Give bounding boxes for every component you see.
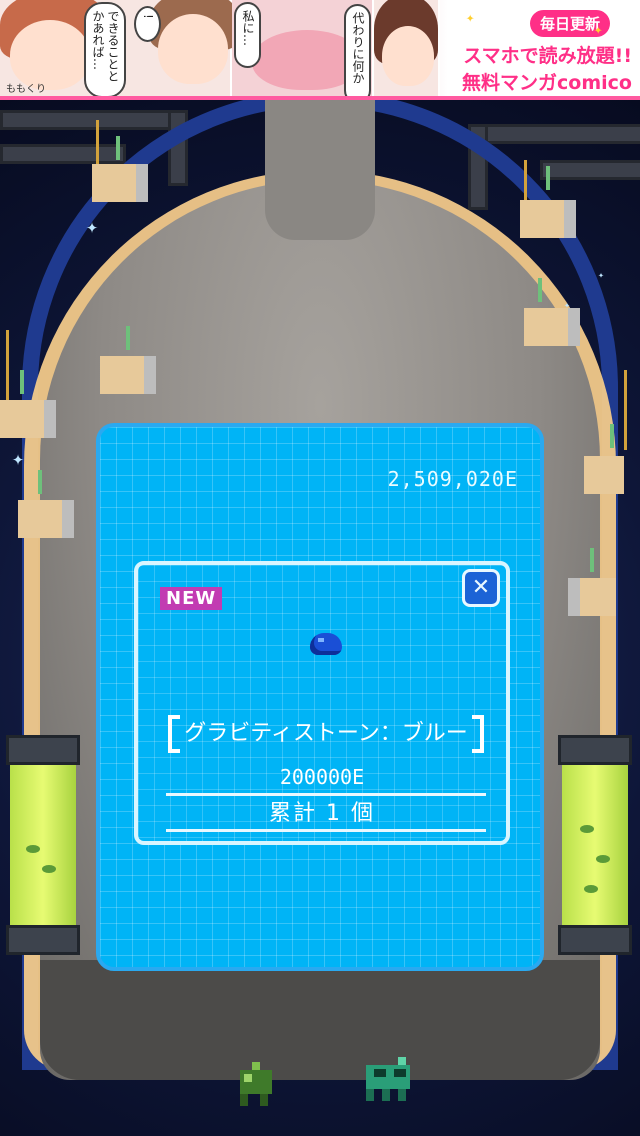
- plant-pot: [584, 456, 624, 494]
- star-icon: ✦: [86, 214, 99, 238]
- ad-character-face-2: [158, 14, 228, 84]
- plant-pot: [18, 500, 74, 538]
- star-icon: ✦: [12, 446, 25, 470]
- sparkle-icon: ✦: [594, 22, 603, 38]
- creature-teal-icon: [366, 1057, 410, 1101]
- pipe: [470, 124, 640, 144]
- rope: [6, 330, 9, 400]
- sprout-icon: [126, 326, 130, 350]
- item-price: 200000E: [279, 765, 365, 789]
- item-acquired-dialog: NEW ✕ グラビティストーン：ブルー 200000E 累計 1 個: [134, 561, 510, 845]
- new-badge: NEW: [160, 587, 223, 610]
- item-name-row: グラビティストーン：ブルー: [160, 715, 492, 753]
- sprout-icon: [546, 166, 550, 190]
- gravity-stone-icon: [310, 633, 342, 655]
- main-panel: 2,509,020E NEW ✕ グラビティストーン：ブルー 200000E 累…: [96, 423, 544, 971]
- divider: [166, 829, 486, 832]
- ad-manga-panel-3: [374, 0, 440, 96]
- tube-glass: [562, 765, 628, 925]
- item-name: グラビティストーン：ブルー: [184, 721, 468, 746]
- leaf-icon: [596, 855, 610, 863]
- sprout-icon: [590, 548, 594, 572]
- ad-speech-bubble-1: できることとかあれば…: [84, 2, 126, 96]
- close-icon: ✕: [471, 575, 491, 600]
- pipe: [0, 144, 126, 164]
- ad-subheadline: 無料マンガcomico: [462, 72, 632, 94]
- tube-cap: [6, 925, 80, 955]
- sprout-icon: [538, 278, 542, 302]
- plant-pot: [0, 400, 56, 438]
- plant-tube-right: [558, 735, 632, 955]
- ad-speech-bubble-2: !: [134, 6, 161, 42]
- ad-author-name: ももくり: [6, 84, 46, 95]
- rope: [624, 370, 627, 450]
- left-bracket: [168, 715, 181, 753]
- sprout-icon: [610, 424, 614, 448]
- game-scene: ✦ ✦ ✦ ✦ 2,509,020E NEW ✕ グラビティストーン：ブルー 2…: [0, 100, 640, 1136]
- pipe: [540, 160, 640, 180]
- tube-cap: [558, 925, 632, 955]
- capsule-neck: [265, 100, 375, 240]
- capsule-base: [40, 960, 600, 1080]
- sprout-icon: [20, 370, 24, 394]
- plant-pot: [568, 578, 616, 616]
- tube-cap: [558, 735, 632, 765]
- ad-speech-bubble-3: 私に…: [234, 2, 261, 68]
- plant-pot: [524, 308, 580, 346]
- rope: [96, 120, 99, 164]
- ad-speech-bubble-4: 代わりに何か: [344, 4, 371, 96]
- sparkle-icon: ✦: [466, 10, 475, 26]
- plant-pot: [100, 356, 156, 394]
- sprout-icon: [38, 470, 42, 494]
- ad-banner[interactable]: できることとかあれば… ! ももくり 私に… 代わりに何か 毎日更新 スマホで読…: [0, 0, 640, 100]
- sprout-icon: [116, 136, 120, 160]
- ad-manga-panel-2: 私に… 代わりに何か: [232, 0, 374, 96]
- energy-counter: 2,509,020E: [387, 467, 518, 491]
- pipe: [0, 110, 186, 130]
- tube-cap: [6, 735, 80, 765]
- close-button[interactable]: ✕: [462, 569, 500, 607]
- ad-headline: スマホで読み放題!!: [463, 45, 632, 67]
- item-count: 累計 1 個: [269, 801, 375, 826]
- ad-manga-panel-1: できることとかあれば… ! ももくり: [0, 0, 240, 96]
- star-icon: ✦: [598, 270, 605, 281]
- leaf-icon: [584, 885, 598, 893]
- ad-character-face-3: [382, 26, 434, 86]
- leaf-icon: [26, 845, 40, 853]
- right-bracket: [471, 715, 484, 753]
- rope: [524, 160, 527, 200]
- leaf-icon: [42, 865, 56, 873]
- tube-glass: [10, 765, 76, 925]
- plant-pot: [520, 200, 576, 238]
- star-icon: ✦: [564, 300, 571, 311]
- plant-pot: [92, 164, 148, 202]
- leaf-icon: [580, 825, 594, 833]
- plant-tube-left: [6, 735, 80, 955]
- creature-green-icon: [240, 1062, 272, 1106]
